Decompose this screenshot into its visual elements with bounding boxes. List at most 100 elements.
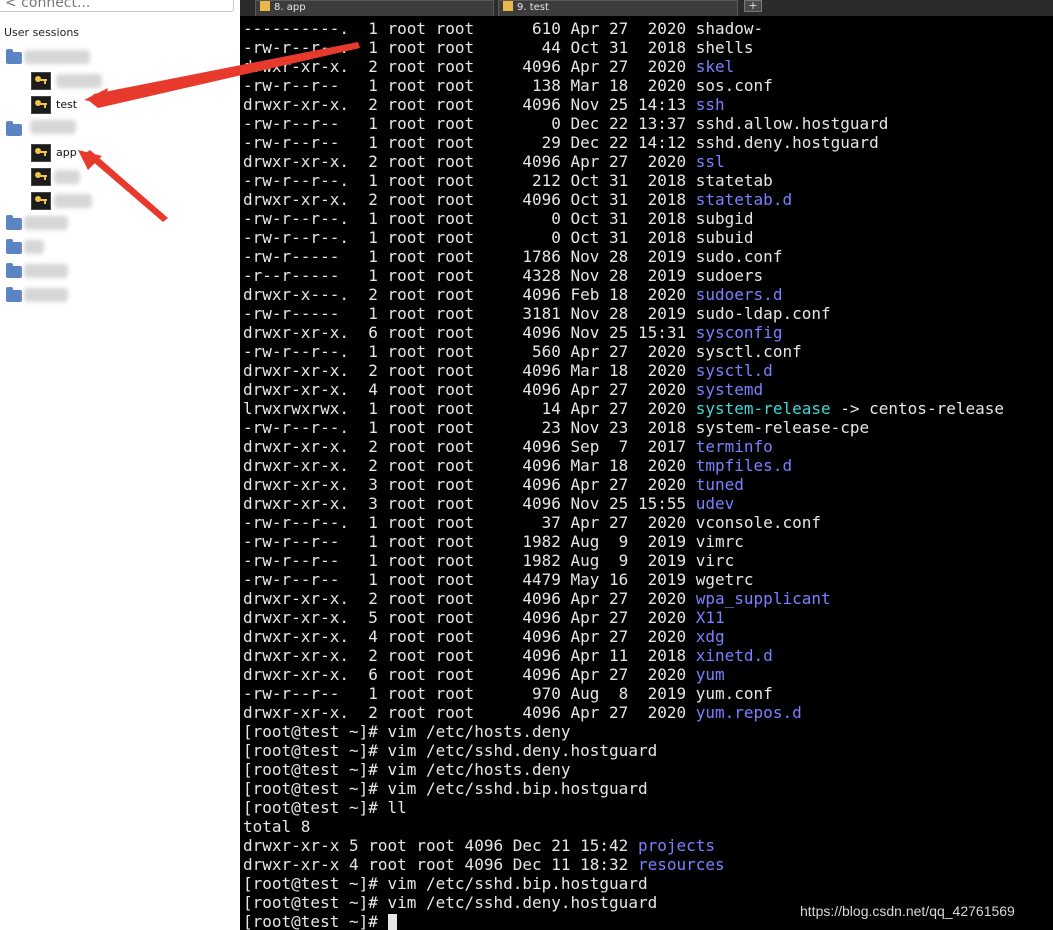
terminal-file-line: -rw-r----- 1 root root 3181 Nov 28 2019 …	[243, 304, 831, 323]
key-icon[interactable]	[31, 168, 51, 186]
key-icon	[31, 96, 51, 114]
file-name: subuid	[695, 228, 754, 247]
terminal-file-line: drwxr-xr-x. 2 root root 4096 Apr 27 2020…	[243, 703, 802, 722]
session-label: test	[56, 98, 78, 111]
line-text: drwxr-x---. 2 root root 4096 Feb 18 2020	[243, 285, 696, 304]
line-text: drwxr-xr-x. 3 root root 4096 Nov 25 15:5…	[243, 494, 696, 513]
file-name: systemd	[695, 380, 764, 399]
terminal-file-line: drwxr-xr-x. 6 root root 4096 Apr 27 2020…	[243, 665, 725, 684]
terminal-command-line: [root@test ~]# vim /etc/sshd.bip.hostgua…	[243, 779, 648, 798]
terminal-file-line: -rw-r--r--. 1 root root 23 Nov 23 2018 s…	[243, 418, 869, 437]
line-text: drwxr-xr-x. 3 root root 4096 Apr 27 2020	[243, 475, 696, 494]
key-icon	[503, 1, 513, 11]
line-text: [root@test ~]# vim /etc/sshd.deny.hostgu…	[243, 741, 658, 760]
tab-label: 8. app	[274, 2, 306, 13]
file-name: sysconfig	[695, 323, 783, 342]
add-tab-button[interactable]: +	[744, 0, 762, 12]
line-text: -rw-r--r--. 1 root root 44 Oct 31 2018	[243, 38, 696, 57]
file-name: udev	[695, 494, 735, 513]
file-name: sos.conf	[695, 76, 773, 95]
terminal-file-line: -rw-r--r-- 1 root root 1982 Aug 9 2019 v…	[243, 532, 744, 551]
line-text: -rw-r--r--. 1 root root 0 Oct 31 2018	[243, 228, 696, 247]
terminal-file-line: -rw-r--r-- 1 root root 29 Dec 22 14:12 s…	[243, 133, 879, 152]
terminal-file-line: lrwxrwxrwx. 1 root root 14 Apr 27 2020 s…	[243, 399, 1004, 418]
session-sidebar: < connect... User sessions test app	[0, 0, 240, 930]
line-text: drwxr-xr-x. 2 root root 4096 Apr 27 2020	[243, 703, 696, 722]
line-text: drwxr-xr-x 5 root root 4096 Dec 21 15:42	[243, 836, 638, 855]
line-text: [root@test ~]# vim /etc/hosts.deny	[243, 722, 571, 741]
line-text: lrwxrwxrwx. 1 root root 14 Apr 27 2020	[243, 399, 696, 418]
terminal-file-line: -rw-r----- 1 root root 1786 Nov 28 2019 …	[243, 247, 782, 266]
line-text: -rw-r--r-- 1 root root 4479 May 16 2019	[243, 570, 696, 589]
terminal-file-line: drwxr-xr-x. 6 root root 4096 Nov 25 15:3…	[243, 323, 782, 342]
terminal-file-line: drwxr-xr-x. 4 root root 4096 Apr 27 2020…	[243, 380, 763, 399]
terminal-file-line: -rw-r--r--. 1 root root 560 Apr 27 2020 …	[243, 342, 802, 361]
file-name: xdg	[695, 627, 725, 646]
blurred-session-name	[54, 194, 92, 208]
file-name: yum.repos.d	[695, 703, 802, 722]
line-text: -rw-r--r--. 1 root root 23 Nov 23 2018	[243, 418, 696, 437]
file-name: statetab	[695, 171, 773, 190]
line-text: -rw-r--r-- 1 root root 1982 Aug 9 2019	[243, 532, 696, 551]
folder-icon[interactable]	[6, 287, 22, 302]
terminal-file-line: -r--r----- 1 root root 4328 Nov 28 2019 …	[243, 266, 763, 285]
line-text: drwxr-xr-x. 2 root root 4096 Apr 27 2020	[243, 152, 696, 171]
file-name: yum.conf	[695, 684, 773, 703]
file-name: ssl	[695, 152, 725, 171]
file-name: sudoers	[695, 266, 764, 285]
key-icon	[31, 144, 51, 162]
quick-connect-input[interactable]: < connect...	[0, 0, 234, 12]
terminal-file-line: -rw-r--r--. 1 root root 37 Apr 27 2020 v…	[243, 513, 821, 532]
file-name: statetab.d	[695, 190, 793, 209]
terminal-file-line: -rw-r--r-- 1 root root 138 Mar 18 2020 s…	[243, 76, 773, 95]
terminal-file-line: ----------. 1 root root 610 Apr 27 2020 …	[243, 19, 763, 38]
session-label: app	[56, 146, 77, 159]
tab-test[interactable]: 9. test	[498, 0, 738, 16]
file-name: sysctl.conf	[695, 342, 802, 361]
line-text: -rw-r----- 1 root root 3181 Nov 28 2019	[243, 304, 696, 323]
terminal-command-line: [root@test ~]# vim /etc/hosts.deny	[243, 760, 571, 779]
file-name: vimrc	[695, 532, 744, 551]
watermark: https://blog.csdn.net/qq_42761569	[800, 903, 1015, 919]
line-text: [root@test ~]# vim /etc/sshd.bip.hostgua…	[243, 874, 648, 893]
user-sessions-label: User sessions	[4, 26, 80, 39]
line-text: -rw-r--r--. 1 root root 37 Apr 27 2020	[243, 513, 696, 532]
line-text: [root@test ~]# vim /etc/sshd.deny.hostgu…	[243, 893, 658, 912]
line-text: ----------. 1 root root 610 Apr 27 2020	[243, 19, 696, 38]
line-text: drwxr-xr-x. 4 root root 4096 Apr 27 2020	[243, 627, 696, 646]
line-text: drwxr-xr-x. 5 root root 4096 Apr 27 2020	[243, 608, 696, 627]
line-text: -rw-r--r--. 1 root root 560 Apr 27 2020	[243, 342, 696, 361]
line-text: -rw-r--r-- 1 root root 1982 Aug 9 2019	[243, 551, 696, 570]
file-name: skel	[695, 57, 735, 76]
key-icon[interactable]	[31, 72, 51, 90]
terminal-file-line: drwxr-xr-x. 2 root root 4096 Apr 11 2018…	[243, 646, 773, 665]
line-text: -r--r----- 1 root root 4328 Nov 28 2019	[243, 266, 696, 285]
line-text: drwxr-xr-x. 2 root root 4096 Apr 27 2020	[243, 589, 696, 608]
tab-bar: 8. app 9. test +	[240, 0, 1053, 16]
file-name: sudo-ldap.conf	[695, 304, 831, 323]
terminal-file-line: drwxr-xr-x 5 root root 4096 Dec 21 15:42…	[243, 836, 715, 855]
folder-icon[interactable]	[6, 121, 22, 136]
line-text: drwxr-xr-x. 4 root root 4096 Apr 27 2020	[243, 380, 696, 399]
line-text: drwxr-xr-x. 6 root root 4096 Nov 25 15:3…	[243, 323, 696, 342]
blurred-folder-name	[24, 288, 68, 302]
file-name: subgid	[695, 209, 754, 228]
blurred-folder-name	[24, 50, 90, 64]
folder-icon[interactable]	[6, 215, 22, 230]
terminal-command-line: total 8	[243, 817, 310, 836]
tab-label: 9. test	[517, 2, 549, 13]
line-text: drwxr-xr-x. 2 root root 4096 Oct 31 2018	[243, 190, 696, 209]
line-text: -rw-r--r-- 1 root root 138 Mar 18 2020	[243, 76, 696, 95]
terminal-output[interactable]: ----------. 1 root root 610 Apr 27 2020 …	[240, 16, 1053, 930]
folder-icon[interactable]	[6, 49, 22, 64]
file-name: tmpfiles.d	[695, 456, 793, 475]
folder-icon[interactable]	[6, 263, 22, 278]
folder-icon[interactable]	[6, 239, 22, 254]
terminal-file-line: -rw-r--r--. 1 root root 0 Oct 31 2018 su…	[243, 209, 754, 228]
file-name: yum	[695, 665, 725, 684]
tab-app[interactable]: 8. app	[255, 0, 494, 16]
terminal-file-line: -rw-r--r--. 1 root root 0 Oct 31 2018 su…	[243, 228, 754, 247]
terminal-command-line: [root@test ~]# vim /etc/sshd.deny.hostgu…	[243, 741, 657, 760]
key-icon[interactable]	[31, 192, 51, 210]
line-text: -rw-r----- 1 root root 1786 Nov 28 2019	[243, 247, 696, 266]
